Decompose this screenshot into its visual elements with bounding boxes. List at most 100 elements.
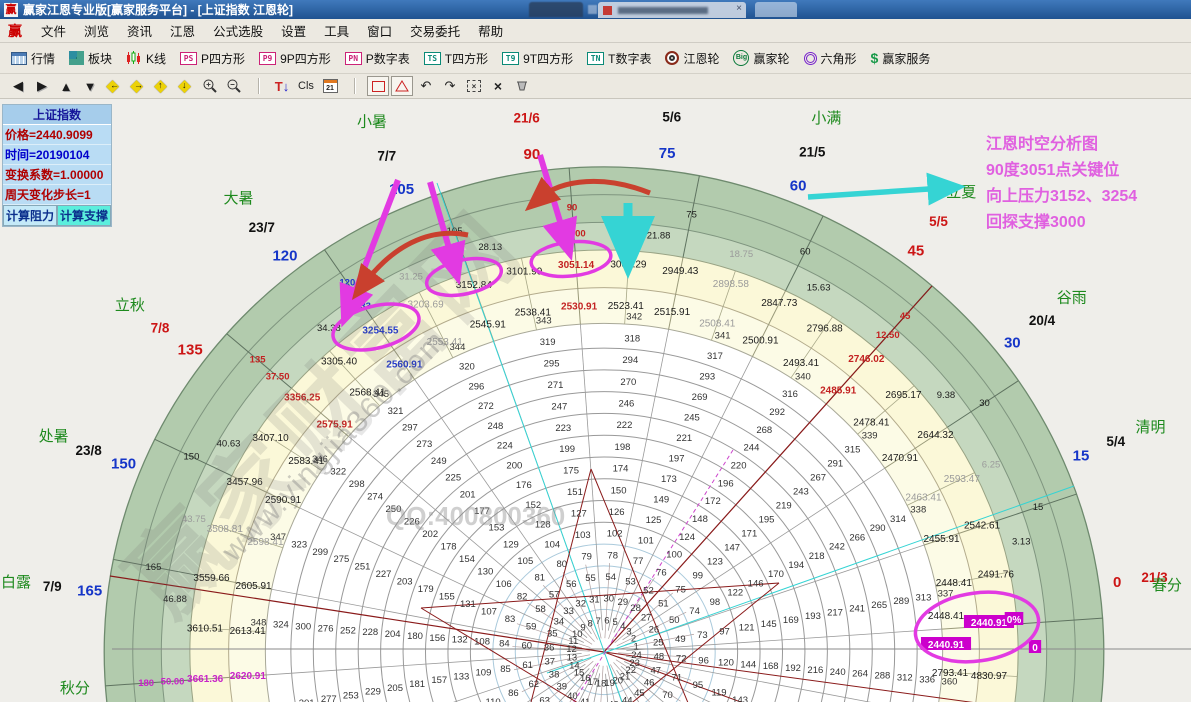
hexagon-icon — [804, 52, 817, 65]
toolbar-button-P数字表[interactable]: PNP数字表 — [338, 47, 417, 70]
toolbar-button-赢家轮[interactable]: Big赢家轮 — [726, 47, 796, 70]
panel-value: 价格=2440.9099 — [3, 125, 111, 145]
menu-item-工具[interactable]: 工具 — [315, 23, 358, 41]
percent-ring-label: 28.13 — [478, 242, 502, 253]
background-window-tab[interactable] — [529, 2, 583, 17]
toolbar-button-9T四方形[interactable]: T99T四方形 — [495, 47, 580, 70]
tab-close-icon[interactable] — [588, 5, 597, 14]
toolbar-button-六角形[interactable]: 六角形 — [797, 47, 864, 70]
toolbar-button-江恩轮[interactable]: 江恩轮 — [658, 47, 726, 70]
menu-item-窗口[interactable]: 窗口 — [358, 23, 401, 41]
toolbar-button-K线[interactable]: K线 — [119, 47, 173, 70]
solar-term-label: 立秋 — [115, 297, 145, 314]
toolbar-button-T四方形[interactable]: TST四方形 — [417, 47, 495, 70]
spiral-number: 27 — [641, 613, 652, 624]
outer-degree-label: 75 — [659, 145, 676, 162]
quotes-grid-icon — [11, 52, 27, 65]
spiral-number: 106 — [496, 579, 512, 590]
winner-wheel-icon: Big — [733, 50, 749, 66]
wheel-spoke — [563, 572, 598, 639]
spiral-number: 44 — [622, 695, 633, 702]
spiral-number: 119 — [711, 688, 726, 699]
expand-button[interactable]: ◆↑ — [151, 76, 173, 96]
spiral-number: 199 — [559, 444, 575, 455]
menu-item-公式选股[interactable]: 公式选股 — [204, 23, 272, 41]
spiral-number: 59 — [526, 621, 537, 632]
menu-item-江恩[interactable]: 江恩 — [161, 23, 204, 41]
spiral-number: 173 — [661, 474, 677, 485]
date-label: 7/9 — [43, 579, 62, 594]
toolbar-button-9P四方形[interactable]: P99P四方形 — [252, 47, 338, 70]
wheel-spoke — [791, 317, 833, 378]
wheel-spoke — [752, 291, 785, 357]
calendar-button[interactable]: 21 — [319, 76, 341, 96]
spiral-number: 342 — [626, 312, 642, 323]
spiral-number: 168 — [763, 661, 779, 672]
spiral-number: 8 — [588, 618, 593, 629]
degree-ring-label: 150 — [184, 452, 200, 463]
marquee-tool-button[interactable]: × — [463, 76, 485, 96]
clear-tool-button[interactable] — [511, 76, 533, 96]
spiral-number: 340 — [795, 371, 811, 382]
shift-tool-button[interactable]: T↓ — [271, 76, 293, 96]
spiral-number: 348 — [251, 618, 267, 629]
toolbar-button-板块[interactable]: 板块 — [62, 47, 119, 70]
nav-right-button[interactable]: ▶ — [31, 76, 53, 96]
wheel-ring — [515, 566, 692, 702]
panel-button-计算阻力[interactable]: 计算阻力 — [3, 205, 57, 226]
solar-term-label: 小暑 — [357, 114, 387, 131]
nav-down-button[interactable]: ▼ — [79, 76, 101, 96]
menu-item-设置[interactable]: 设置 — [272, 23, 315, 41]
rotate-left-button[interactable]: ◆← — [103, 76, 125, 96]
toolbar-button-T数字表[interactable]: TNT数字表 — [580, 47, 658, 70]
wheel-spoke — [615, 593, 673, 643]
spiral-number: 205 — [387, 683, 403, 694]
rotate-ccw-button[interactable]: ↶ — [415, 76, 437, 96]
spiral-number: 16 — [580, 673, 591, 684]
background-window-tab[interactable] — [755, 2, 797, 17]
nav-up-button[interactable]: ▲ — [55, 76, 77, 96]
spiral-number: 201 — [460, 489, 476, 500]
wheel-spoke — [996, 494, 1077, 521]
toolbar-button-P四方形[interactable]: PSP四方形 — [173, 47, 252, 70]
watermark-brand: 赢家财富网 — [69, 151, 570, 663]
rect-tool-button[interactable] — [367, 76, 389, 96]
menu-item-帮助[interactable]: 帮助 — [469, 23, 512, 41]
toolbar-button-赢家服务[interactable]: $赢家服务 — [864, 47, 938, 70]
wheel-spoke — [625, 545, 924, 645]
spiral-number: 336 — [919, 674, 935, 685]
menu-item-交易委托[interactable]: 交易委托 — [401, 23, 469, 41]
wheel-angle-line — [604, 286, 932, 652]
tab-close-icon[interactable]: × — [736, 3, 742, 14]
shrink-button[interactable]: ◆↓ — [175, 76, 197, 96]
cls-button[interactable]: Cls — [295, 76, 317, 96]
ps-square-icon: PS — [180, 52, 197, 65]
wheel-star-line — [504, 469, 591, 702]
price-extra-label: 2448.41 — [928, 611, 965, 622]
menu-item-浏览[interactable]: 浏览 — [75, 23, 118, 41]
background-window-tab[interactable]: × — [598, 2, 746, 18]
wheel-spoke — [605, 563, 610, 638]
menu-item-资讯[interactable]: 资讯 — [118, 23, 161, 41]
wheel-spoke — [626, 656, 936, 702]
spiral-number: 314 — [890, 514, 906, 525]
wheel-spoke — [586, 565, 601, 639]
toolbar-button-行情[interactable]: 行情 — [4, 47, 62, 70]
panel-button-计算支撑[interactable]: 计算支撑 — [57, 205, 111, 226]
cross-tool-button[interactable]: × — [487, 76, 509, 96]
nav-left-button[interactable]: ◀ — [7, 76, 29, 96]
spiral-number: 291 — [827, 459, 843, 470]
zoom-out-button[interactable] — [223, 76, 245, 96]
triangle-tool-button[interactable] — [391, 76, 413, 96]
spiral-number: 341 — [715, 331, 731, 342]
spiral-number: 197 — [669, 453, 685, 464]
rotate-right-button[interactable]: ◆→ — [127, 76, 149, 96]
gann-wheel-workspace[interactable]: 1234567891011121314151617181920212223242… — [0, 99, 1191, 702]
spiral-number: 218 — [809, 551, 825, 562]
rotate-cw-button[interactable]: ↷ — [439, 76, 461, 96]
zoom-in-button[interactable] — [199, 76, 221, 96]
wheel-spoke — [617, 612, 686, 646]
spiral-number: 216 — [807, 665, 823, 676]
percent-ring-label: 50.00 — [161, 676, 185, 687]
menu-item-文件[interactable]: 文件 — [32, 23, 75, 41]
